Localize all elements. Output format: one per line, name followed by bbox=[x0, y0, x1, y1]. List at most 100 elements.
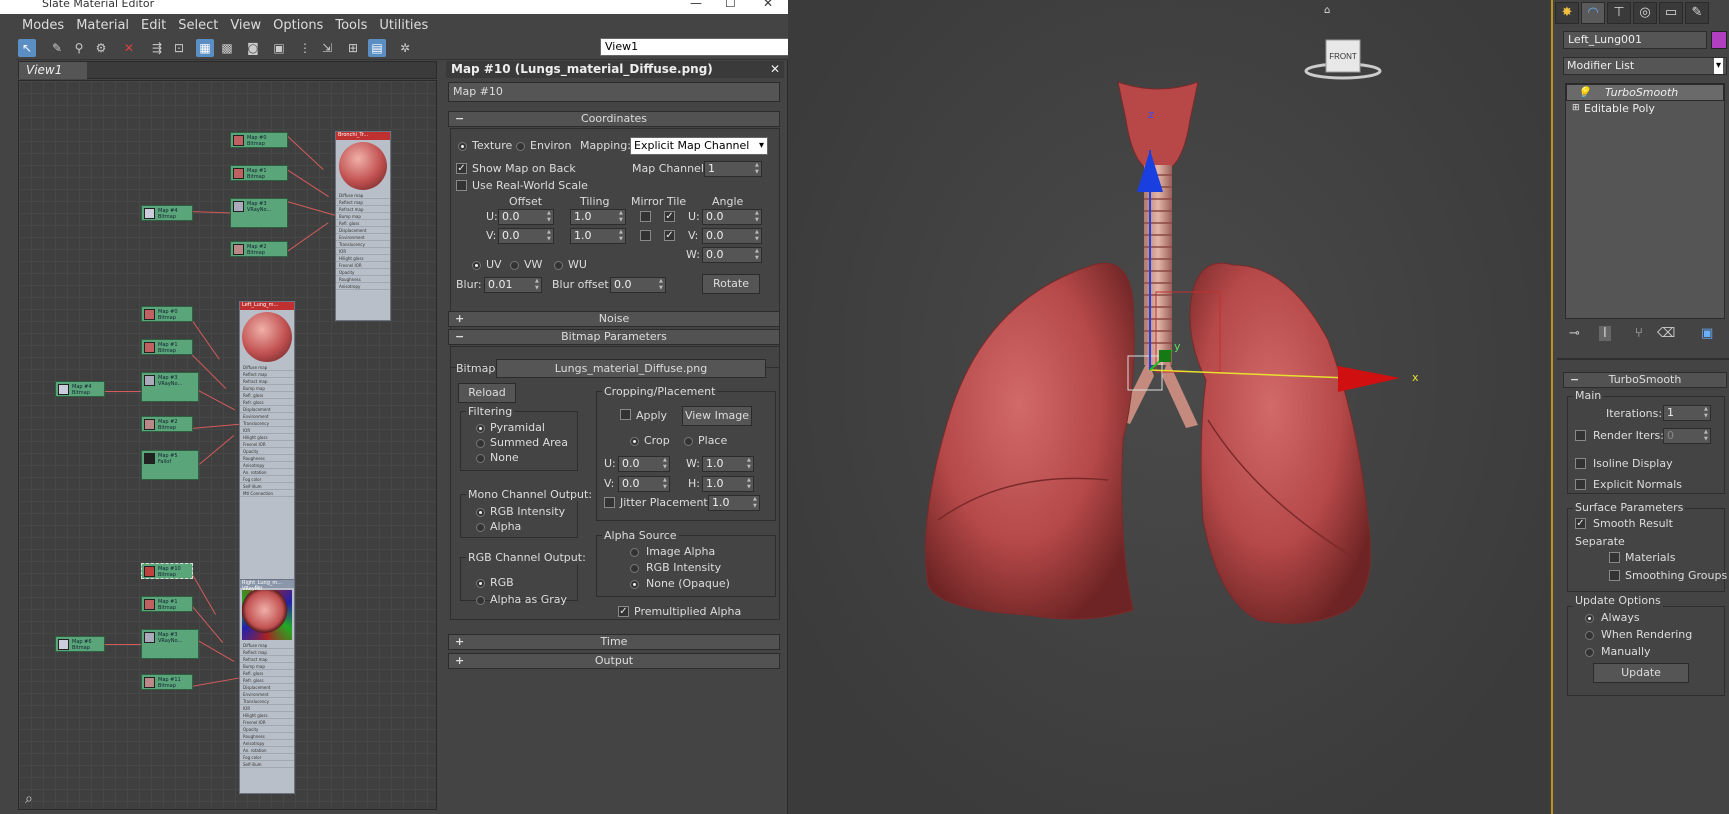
background-icon[interactable]: ▩ bbox=[218, 39, 236, 57]
material-node-left-lung[interactable]: Left_Lung_m... Diffuse map Reflect map Ref… bbox=[239, 301, 295, 596]
menu-tools[interactable]: Tools bbox=[329, 15, 373, 33]
display-tab-icon[interactable]: ▭ bbox=[1659, 2, 1683, 24]
menu-view[interactable]: View bbox=[224, 15, 267, 33]
show-end-result-icon[interactable]: ◙ bbox=[244, 39, 262, 57]
slot-row[interactable]: Refl. gloss bbox=[336, 220, 390, 227]
always-radio[interactable] bbox=[1585, 614, 1594, 623]
blur-spinner[interactable]: 0.01 bbox=[484, 277, 542, 293]
node-map1-top[interactable]: Map #1 Bitmap bbox=[230, 165, 288, 181]
slot-row[interactable]: Translucency bbox=[240, 698, 294, 705]
menu-select[interactable]: Select bbox=[172, 15, 224, 33]
slot-row[interactable]: Opacity bbox=[336, 269, 390, 276]
angle-w-spinner[interactable]: 0.0 bbox=[702, 247, 762, 263]
update-button[interactable]: Update bbox=[1593, 663, 1689, 683]
hide-unused-icon[interactable]: ⊡ bbox=[170, 39, 188, 57]
hierarchy-tab-icon[interactable]: ⊤ bbox=[1607, 2, 1631, 24]
node-map10-selected[interactable]: Map #10 Bitmap bbox=[141, 563, 193, 579]
slot-row[interactable]: Opacity bbox=[240, 726, 294, 733]
texture-radio[interactable] bbox=[458, 142, 467, 151]
object-color-swatch[interactable] bbox=[1711, 31, 1727, 49]
slot-row[interactable]: Fresnel IOR bbox=[240, 719, 294, 726]
wu-radio[interactable] bbox=[554, 261, 563, 270]
slot-row[interactable]: Self-illum bbox=[240, 483, 294, 490]
rollout-noise[interactable]: + Noise bbox=[448, 311, 780, 327]
slot-row[interactable]: Displacement bbox=[240, 684, 294, 691]
show-end-result-icon[interactable]: Ⅰ bbox=[1599, 326, 1611, 341]
node-map3-mid[interactable]: Map #3 VRayNo... bbox=[141, 372, 199, 402]
slot-row[interactable]: Fresnel IOR bbox=[240, 441, 294, 448]
3d-viewport[interactable]: FRONT ⌂ z y x bbox=[788, 0, 1550, 814]
slot-row[interactable]: Refl. gloss bbox=[240, 392, 294, 399]
x-axis-arrow[interactable] bbox=[1338, 366, 1400, 392]
close-button[interactable]: ✕ bbox=[763, 0, 773, 10]
remove-modifier-icon[interactable]: ⌫ bbox=[1657, 326, 1675, 341]
node-map2-top[interactable]: Map #2 Bitmap bbox=[230, 241, 288, 257]
slot-row[interactable]: Reflect map bbox=[336, 199, 390, 206]
menu-options[interactable]: Options bbox=[267, 15, 329, 33]
configure-sets-icon[interactable]: ▣ bbox=[1701, 326, 1713, 341]
node-map6[interactable]: Map #6 Bitmap bbox=[55, 636, 105, 652]
offset-u-spinner[interactable]: 0.0 bbox=[498, 209, 554, 225]
tiling-u-spinner[interactable]: 1.0 bbox=[570, 209, 626, 225]
node-map1-bot[interactable]: Map #1 Bitmap bbox=[141, 596, 193, 612]
slot-row[interactable]: Environment bbox=[336, 234, 390, 241]
explicit-normals-checkbox[interactable] bbox=[1575, 479, 1586, 490]
tile-v-checkbox[interactable]: ✓ bbox=[664, 230, 675, 241]
slot-row[interactable]: Diffuse map bbox=[240, 642, 294, 649]
rollout-bitmap-parameters[interactable]: − Bitmap Parameters bbox=[448, 329, 780, 345]
view-dropdown[interactable]: View1▾ bbox=[600, 38, 798, 56]
iterations-spinner[interactable]: 1 bbox=[1663, 405, 1711, 421]
node-map5-falloff[interactable]: Map #5 Fallof bbox=[141, 450, 199, 480]
utilities-tab-icon[interactable]: ✎ bbox=[1685, 2, 1709, 24]
stack-item-editable-poly[interactable]: ⊞ Editable Poly bbox=[1566, 101, 1724, 117]
angle-v-spinner[interactable]: 0.0 bbox=[702, 228, 762, 244]
mirror-v-checkbox[interactable] bbox=[640, 230, 651, 241]
mapping-dropdown[interactable]: Explicit Map Channel ▾ bbox=[630, 137, 768, 155]
slot-row[interactable]: Diffuse map bbox=[336, 192, 390, 199]
rollout-time[interactable]: + Time bbox=[448, 634, 780, 650]
node-map0-mid[interactable]: Map #0 Bitmap bbox=[141, 306, 193, 322]
lightbulb-icon[interactable]: 💡 bbox=[1577, 85, 1591, 100]
when-rendering-radio[interactable] bbox=[1585, 631, 1594, 640]
move-children-icon[interactable]: ⇶ bbox=[148, 39, 166, 57]
vw-radio[interactable] bbox=[510, 261, 519, 270]
angle-u-spinner[interactable]: 0.0 bbox=[702, 209, 762, 225]
get-material-icon[interactable]: ⚙ bbox=[92, 39, 110, 57]
plane-handle[interactable] bbox=[1159, 350, 1171, 362]
motion-tab-icon[interactable]: ◎ bbox=[1633, 2, 1657, 24]
eyedropper-icon[interactable]: ✎ bbox=[48, 39, 66, 57]
slot-row[interactable]: Roughness bbox=[336, 276, 390, 283]
slot-row[interactable]: Hilight gloss bbox=[336, 255, 390, 262]
create-tab-icon[interactable]: ✸ bbox=[1555, 2, 1579, 24]
uv-radio[interactable] bbox=[472, 261, 481, 270]
slot-row[interactable]: Translucency bbox=[336, 241, 390, 248]
slot-row[interactable]: Diffuse map bbox=[240, 364, 294, 371]
tile-u-checkbox[interactable]: ✓ bbox=[664, 211, 675, 222]
tiling-v-spinner[interactable]: 1.0 bbox=[570, 228, 626, 244]
tools-icon[interactable]: ✲ bbox=[396, 39, 414, 57]
blur-offset-spinner[interactable]: 0.0 bbox=[610, 277, 666, 293]
show-map-on-back-checkbox[interactable]: ✓ bbox=[456, 163, 467, 174]
slot-row[interactable]: IOR bbox=[240, 427, 294, 434]
node-map0-top[interactable]: Map #0 Bitmap bbox=[230, 132, 288, 148]
modifier-list-dropdown[interactable]: Modifier List ▾ bbox=[1563, 57, 1727, 75]
node-map11[interactable]: Map #11 Bitmap bbox=[141, 674, 193, 690]
slot-row[interactable]: Reflect map bbox=[240, 371, 294, 378]
slot-row[interactable]: Fog color bbox=[240, 754, 294, 761]
slot-row[interactable]: Refract map bbox=[336, 206, 390, 213]
environ-radio[interactable] bbox=[516, 142, 525, 151]
render-iters-spinner[interactable]: 0 bbox=[1663, 428, 1711, 444]
slot-row[interactable]: Fresnel IOR bbox=[336, 262, 390, 269]
slot-row[interactable]: Displacement bbox=[336, 227, 390, 234]
slot-row[interactable]: Refl. gloss bbox=[240, 670, 294, 677]
slot-row[interactable]: Fog color bbox=[240, 476, 294, 483]
slot-row[interactable]: Refr. gloss bbox=[240, 399, 294, 406]
pin-stack-icon[interactable]: ⊸ bbox=[1569, 326, 1580, 341]
offset-v-spinner[interactable]: 0.0 bbox=[498, 228, 554, 244]
node-canvas[interactable]: Map #0 Bitmap Map #1 Bitmap Map #3 VRayN… bbox=[18, 80, 437, 810]
slot-row[interactable]: An. rotation bbox=[240, 469, 294, 476]
slot-row[interactable]: Mtl Connection bbox=[240, 490, 294, 497]
home-icon[interactable]: ⌂ bbox=[1324, 5, 1330, 16]
close-icon[interactable]: ✕ bbox=[770, 61, 780, 78]
menu-edit[interactable]: Edit bbox=[135, 15, 172, 33]
